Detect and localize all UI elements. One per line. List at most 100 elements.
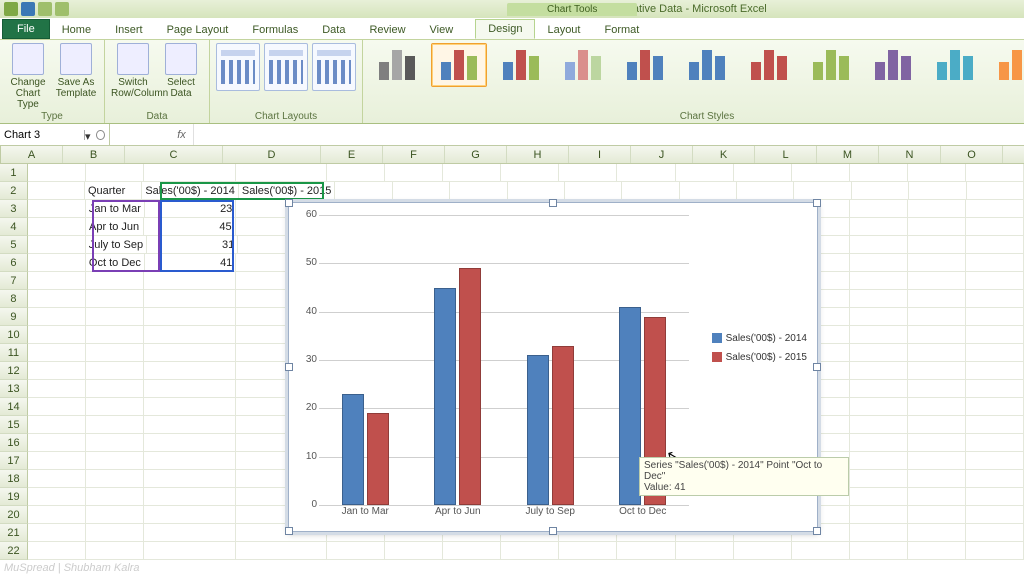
column-header[interactable]: L [755, 146, 817, 163]
tab-data[interactable]: Data [310, 21, 357, 39]
cell[interactable] [734, 164, 792, 182]
chart-bar[interactable] [459, 268, 481, 505]
cell[interactable]: Oct to Dec [86, 254, 145, 272]
cell[interactable] [908, 362, 966, 380]
cell[interactable] [28, 362, 86, 380]
cell[interactable] [385, 542, 443, 560]
cell[interactable]: Sales('00$) - 2015 [239, 182, 336, 200]
cell[interactable] [622, 182, 679, 200]
cell[interactable] [86, 506, 144, 524]
column-header[interactable]: D [223, 146, 321, 163]
cell[interactable] [966, 344, 1024, 362]
cell[interactable] [850, 326, 908, 344]
cell[interactable] [28, 290, 86, 308]
cell[interactable] [28, 164, 86, 182]
resize-handle[interactable] [285, 363, 293, 371]
cell[interactable] [450, 182, 507, 200]
chart-style-thumb[interactable] [927, 43, 983, 87]
cell[interactable] [966, 488, 1024, 506]
cell[interactable] [86, 416, 144, 434]
cell[interactable] [850, 470, 908, 488]
cell[interactable] [144, 524, 236, 542]
chart-bar[interactable] [552, 346, 574, 506]
cell[interactable] [850, 524, 908, 542]
cell[interactable] [966, 254, 1024, 272]
cell[interactable] [443, 164, 501, 182]
cell[interactable] [966, 416, 1024, 434]
cell[interactable] [966, 362, 1024, 380]
worksheet[interactable]: ABCDEFGHIJKLMNOP 12QuarterSales('00$) - … [0, 146, 1024, 576]
cell[interactable] [850, 218, 908, 236]
tab-page-layout[interactable]: Page Layout [155, 21, 241, 39]
cell[interactable] [966, 434, 1024, 452]
cell[interactable]: Apr to Jun [86, 218, 144, 236]
column-header[interactable]: A [1, 146, 63, 163]
cell[interactable] [966, 272, 1024, 290]
column-header[interactable]: I [569, 146, 631, 163]
cell[interactable] [967, 182, 1024, 200]
cell[interactable] [86, 362, 144, 380]
cell[interactable] [908, 470, 966, 488]
name-box-input[interactable] [4, 129, 84, 141]
chart-layout-thumb[interactable] [312, 43, 356, 91]
cell[interactable] [144, 272, 236, 290]
chart-style-thumb[interactable] [741, 43, 797, 87]
cell[interactable] [28, 542, 86, 560]
cell[interactable] [908, 506, 966, 524]
row-header[interactable]: 16 [0, 434, 28, 452]
column-header[interactable]: H [507, 146, 569, 163]
cell[interactable] [144, 416, 236, 434]
cell[interactable] [86, 380, 144, 398]
tab-layout[interactable]: Layout [535, 21, 592, 39]
cell[interactable] [86, 470, 144, 488]
cell[interactable] [28, 452, 86, 470]
cell[interactable] [966, 308, 1024, 326]
column-header[interactable]: E [321, 146, 383, 163]
cell[interactable]: 41 [145, 254, 236, 272]
cell[interactable] [792, 164, 850, 182]
chart-style-thumb[interactable] [865, 43, 921, 87]
cell[interactable] [28, 182, 85, 200]
cell[interactable] [850, 200, 908, 218]
cell[interactable] [850, 164, 908, 182]
cell[interactable] [144, 164, 236, 182]
cell[interactable] [28, 218, 86, 236]
row-header[interactable]: 6 [0, 254, 28, 272]
row-header[interactable]: 2 [0, 182, 28, 200]
cell[interactable] [144, 344, 236, 362]
cell[interactable] [144, 506, 236, 524]
cell[interactable] [850, 290, 908, 308]
cell[interactable] [966, 398, 1024, 416]
row-header[interactable]: 21 [0, 524, 28, 542]
excel-icon[interactable] [4, 2, 18, 16]
cell[interactable] [966, 326, 1024, 344]
cell[interactable] [617, 164, 675, 182]
cell[interactable] [393, 182, 450, 200]
cell[interactable] [236, 164, 328, 182]
tab-formulas[interactable]: Formulas [240, 21, 310, 39]
cell[interactable] [86, 164, 144, 182]
cell[interactable] [565, 182, 622, 200]
cell[interactable] [908, 290, 966, 308]
cell[interactable] [144, 308, 236, 326]
cell[interactable] [144, 362, 236, 380]
cell[interactable] [908, 434, 966, 452]
chart-style-thumb[interactable] [493, 43, 549, 87]
resize-handle[interactable] [813, 363, 821, 371]
cell[interactable] [966, 542, 1024, 560]
cell[interactable] [850, 362, 908, 380]
chart-layout-thumb[interactable] [264, 43, 308, 91]
column-header[interactable]: M [817, 146, 879, 163]
change-chart-type-button[interactable]: Change Chart Type [6, 43, 50, 110]
chart-style-thumb[interactable] [989, 43, 1024, 87]
chart-bar[interactable] [619, 307, 641, 505]
cell[interactable] [385, 164, 443, 182]
cell[interactable] [86, 434, 144, 452]
cell[interactable] [501, 164, 559, 182]
cell[interactable] [908, 218, 966, 236]
cell[interactable] [908, 524, 966, 542]
cell[interactable] [908, 488, 966, 506]
cell[interactable] [28, 236, 86, 254]
cell[interactable] [908, 398, 966, 416]
cell[interactable] [676, 164, 734, 182]
